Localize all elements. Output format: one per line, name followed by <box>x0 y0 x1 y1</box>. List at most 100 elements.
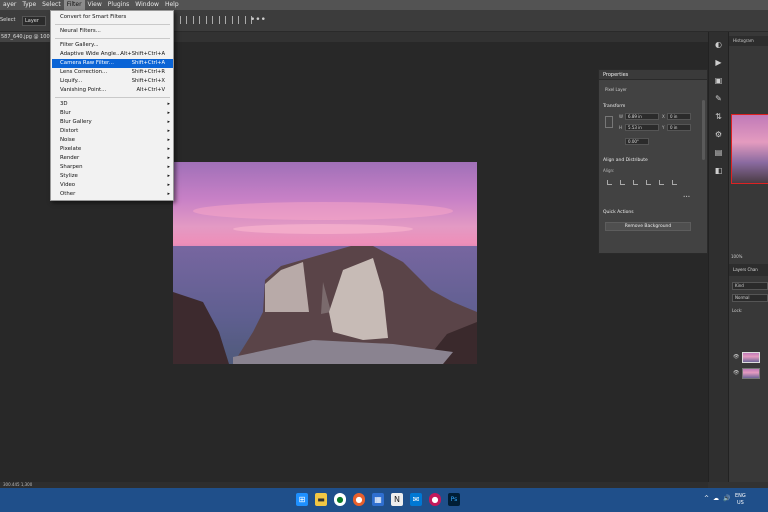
brush-icon[interactable]: ✎ <box>715 94 722 104</box>
align-left-icon[interactable] <box>180 16 187 24</box>
align-buttons <box>180 16 252 24</box>
adjust-icon[interactable]: ⇅ <box>715 112 722 122</box>
align-icon[interactable] <box>659 180 664 185</box>
menu-layer[interactable]: ayer <box>0 0 19 10</box>
menu-filter[interactable]: Filter <box>63 0 85 10</box>
menu-item-video[interactable]: Video ▸ <box>52 181 173 190</box>
align-middle-icon[interactable] <box>232 16 239 24</box>
menu-view[interactable]: View <box>85 0 105 10</box>
panel-icon-3[interactable]: ▣ <box>715 76 723 86</box>
menu-item-camera-raw-filter[interactable]: Camera Raw Filter... Shift+Ctrl+A <box>52 59 173 68</box>
blend-mode-dropdown[interactable]: Normal <box>732 294 768 302</box>
menu-item-pixelate[interactable]: Pixelate ▸ <box>52 145 173 154</box>
x-field[interactable]: 0 in <box>667 113 691 120</box>
menu-item-noise[interactable]: Noise ▸ <box>52 136 173 145</box>
menu-plugins[interactable]: Plugins <box>105 0 133 10</box>
align-icon[interactable] <box>646 180 651 185</box>
menu-type[interactable]: Type <box>19 0 39 10</box>
panel-icon-7[interactable]: ▤ <box>715 148 723 158</box>
filter-menu: Convert for Smart Filters Neural Filters… <box>50 10 174 201</box>
channels-tab[interactable]: Chan <box>748 267 758 272</box>
photoshop-icon[interactable]: Ps <box>448 493 460 506</box>
app-icon-5[interactable]: ▦ <box>372 493 384 506</box>
menu-item-blur[interactable]: Blur ▸ <box>52 109 173 118</box>
kind-filter[interactable]: Kind <box>732 282 768 290</box>
chrome-icon[interactable]: ● <box>334 493 346 506</box>
layer-dropdown[interactable]: Layer <box>22 16 46 26</box>
menu-item-render[interactable]: Render ▸ <box>52 154 173 163</box>
menu-bar: ayer Type Select Filter View Plugins Win… <box>0 0 768 10</box>
shortcut-label: Shift+Ctrl+R <box>131 69 165 75</box>
transform-section-title[interactable]: Transform <box>603 104 625 109</box>
eye-icon[interactable]: 👁 <box>733 370 739 376</box>
width-field[interactable]: 6.89 in <box>625 113 659 120</box>
document-tab[interactable]: 587_640.jpg @ 100% <box>0 32 52 42</box>
properties-scrollbar[interactable] <box>702 100 705 160</box>
start-icon[interactable]: ⊞ <box>296 493 308 506</box>
document-image[interactable] <box>173 162 477 364</box>
more-icon[interactable]: ••• <box>683 194 690 199</box>
lock-label: Lock: <box>732 308 743 313</box>
menu-item-distort[interactable]: Distort ▸ <box>52 127 173 136</box>
align-right-icon[interactable] <box>206 16 213 24</box>
menu-item-3d[interactable]: 3D ▸ <box>52 100 173 109</box>
taskbar: ⊞ ▬ ● ● ▦ N ✉ ● Ps ^ ☁ 🔊 ENG US <box>0 488 768 512</box>
panel-icon-6[interactable]: ⚙ <box>715 130 722 140</box>
cloud-icon[interactable]: ☁ <box>713 495 719 502</box>
align-icon[interactable] <box>607 180 612 185</box>
properties-title: Properties <box>599 70 707 80</box>
menu-item-sharpen[interactable]: Sharpen ▸ <box>52 163 173 172</box>
menu-item-liquify[interactable]: Liquify... Shift+Ctrl+X <box>52 77 173 86</box>
app-icon-8[interactable]: ● <box>429 493 441 506</box>
eye-icon[interactable]: 👁 <box>733 354 739 360</box>
firefox-icon[interactable]: ● <box>353 493 365 506</box>
submenu-arrow-icon: ▸ <box>167 164 170 170</box>
layer-thumbnail <box>742 351 761 363</box>
menu-item-filter-gallery[interactable]: Filter Gallery... <box>52 41 173 50</box>
outlook-icon[interactable]: ✉ <box>410 493 422 506</box>
angle-field[interactable]: 0.00° <box>625 138 649 145</box>
align-icon[interactable] <box>620 180 625 185</box>
auto-select-label[interactable]: Select <box>0 17 15 23</box>
remove-background-button[interactable]: Remove Background <box>605 222 691 231</box>
navigator-zoom[interactable]: 100% <box>731 254 742 259</box>
layer-type-label: Pixel Layer <box>605 87 627 92</box>
submenu-arrow-icon: ▸ <box>167 128 170 134</box>
menu-item-convert-smart-filters[interactable]: Convert for Smart Filters <box>52 13 173 22</box>
align-icon[interactable] <box>672 180 677 185</box>
align-icon[interactable] <box>633 180 638 185</box>
menu-window[interactable]: Window <box>132 0 162 10</box>
align-section-title[interactable]: Align and Distribute <box>603 158 648 163</box>
volume-icon[interactable]: 🔊 <box>723 495 730 502</box>
play-icon[interactable]: ▶ <box>715 58 721 68</box>
menu-item-other[interactable]: Other ▸ <box>52 190 173 199</box>
height-field[interactable]: 5.53 in <box>625 124 659 131</box>
panel-icon-8[interactable]: ◧ <box>715 166 723 176</box>
more-options-icon[interactable]: ••• <box>250 15 266 25</box>
histogram-tab[interactable]: Histogram <box>729 36 768 46</box>
panel-icon-1[interactable]: ◐ <box>715 40 722 50</box>
menu-help[interactable]: Help <box>162 0 182 10</box>
language-indicator[interactable]: ENG US <box>735 493 746 507</box>
chevron-up-icon[interactable]: ^ <box>704 495 709 502</box>
menu-select[interactable]: Select <box>39 0 64 10</box>
menu-item-adaptive-wide-angle[interactable]: Adaptive Wide Angle... Alt+Shift+Ctrl+A <box>52 50 173 59</box>
y-field[interactable]: 0 in <box>667 124 691 131</box>
layer-row[interactable]: 👁 <box>729 350 768 364</box>
navigator-thumbnail[interactable] <box>731 114 768 184</box>
menu-item-neural-filters[interactable]: Neural Filters... <box>52 27 173 36</box>
link-icon[interactable] <box>605 116 613 128</box>
menu-item-blur-gallery[interactable]: Blur Gallery ▸ <box>52 118 173 127</box>
menu-item-vanishing-point[interactable]: Vanishing Point... Alt+Ctrl+V <box>52 86 173 95</box>
file-explorer-icon[interactable]: ▬ <box>315 493 327 506</box>
quick-actions-title[interactable]: Quick Actions <box>603 210 634 215</box>
layers-tab[interactable]: Layers <box>733 267 746 272</box>
menu-item-stylize[interactable]: Stylize ▸ <box>52 172 173 181</box>
layer-thumbnail <box>742 367 761 379</box>
align-center-icon[interactable] <box>193 16 200 24</box>
menu-item-lens-correction[interactable]: Lens Correction... Shift+Ctrl+R <box>52 68 173 77</box>
y-label: Y <box>662 125 665 130</box>
align-top-icon[interactable] <box>219 16 226 24</box>
notion-icon[interactable]: N <box>391 493 403 506</box>
layer-row[interactable]: 👁 <box>729 366 768 380</box>
